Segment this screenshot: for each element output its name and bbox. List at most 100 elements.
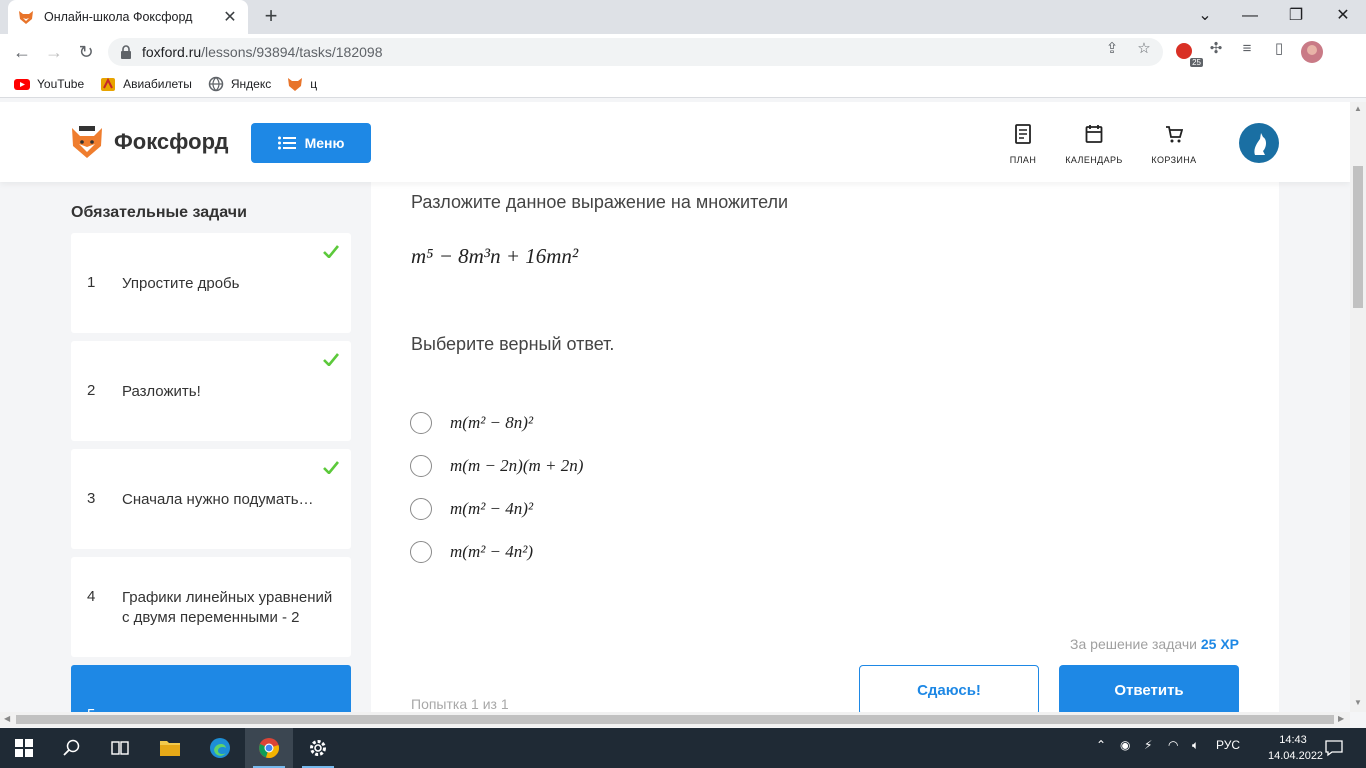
globe-icon	[208, 76, 224, 91]
attempt-counter: Попытка 1 из 1	[411, 696, 509, 712]
bookmark-label: ц	[310, 76, 318, 91]
bookmark-label: Авиабилеты	[123, 76, 192, 91]
give-up-button[interactable]: Сдаюсь!	[859, 665, 1039, 712]
start-button[interactable]	[0, 728, 48, 768]
logo-text: Фоксфорд	[114, 129, 229, 154]
taskbar-edge[interactable]	[196, 728, 244, 768]
scroll-down-arrow-icon[interactable]: ▼	[1354, 698, 1362, 707]
bookmark-label: YouTube	[37, 76, 85, 91]
site-header: Фоксфорд Меню ПЛАН КАЛЕНДАРЬ КОРЗИНА	[0, 102, 1350, 182]
minimize-icon[interactable]: —	[1238, 4, 1262, 28]
task-view-icon	[111, 741, 129, 755]
sidebar-task-1[interactable]: 1 Упростите дробь	[71, 233, 351, 333]
fox-favicon-icon	[19, 11, 33, 24]
check-icon	[323, 353, 339, 366]
taskbar-settings[interactable]	[294, 728, 342, 768]
nav-calendar-label: КАЛЕНДАРЬ	[1065, 155, 1123, 165]
edge-icon	[210, 738, 230, 758]
nav-calendar[interactable]: КАЛЕНДАРЬ	[1059, 124, 1129, 168]
logo[interactable]: Фоксфорд	[70, 124, 228, 160]
taskbar-chrome[interactable]	[245, 728, 293, 768]
scroll-left-arrow-icon[interactable]: ◀	[4, 714, 10, 723]
menu-button[interactable]: Меню	[251, 123, 371, 163]
sidebar-task-5[interactable]: 5	[71, 665, 351, 712]
maximize-icon[interactable]: ❐	[1284, 4, 1308, 28]
sidebar-task-2[interactable]: 2 Разложить!	[71, 341, 351, 441]
radio-button[interactable]	[410, 541, 432, 563]
task-view-button[interactable]	[96, 728, 144, 768]
sidebar-task-3[interactable]: 3 Сначала нужно подумать…	[71, 449, 351, 549]
browser-toolbar: ← → ↻ foxford.ru/lessons/93894/tasks/182…	[0, 34, 1366, 70]
question-title: Разложите данное выражение на множители	[411, 192, 789, 212]
bookmark-fox[interactable]: ц	[287, 76, 317, 92]
new-tab-icon[interactable]: +	[260, 5, 282, 27]
bookmark-label: Яндекс	[230, 76, 272, 91]
taskbar-clock[interactable]: 14:43 14.04.2022	[1268, 732, 1323, 764]
bookmark-tickets[interactable]: Авиабилеты	[100, 76, 192, 92]
notifications-icon[interactable]	[1325, 739, 1343, 757]
expression: m⁵ − 8m³n + 16mn²	[411, 244, 579, 268]
nav-cart[interactable]: КОРЗИНА	[1139, 124, 1209, 168]
tray-power-icon[interactable]: ⚡	[1144, 738, 1152, 752]
tray-webcam-icon[interactable]: ◉	[1120, 738, 1130, 752]
answer-button[interactable]: Ответить	[1059, 665, 1239, 712]
answer-option-1[interactable]: m(m² − 8n)²	[410, 412, 533, 434]
sidebar-task-4[interactable]: 4 Графики линейных уравнений с двумя пер…	[71, 557, 351, 657]
clock-time: 14:43	[1279, 734, 1307, 746]
tickets-icon	[101, 77, 116, 91]
bookmark-youtube[interactable]: YouTube	[14, 76, 84, 92]
tray-chevron-icon[interactable]: ⌃	[1096, 738, 1106, 752]
profile-avatar[interactable]	[1301, 41, 1323, 63]
bookmark-star-icon[interactable]: ☆	[1135, 40, 1153, 58]
language-indicator[interactable]: РУС	[1216, 738, 1240, 752]
vertical-scroll-thumb[interactable]	[1353, 166, 1363, 308]
answer-option-3[interactable]: m(m² − 4n)²	[410, 498, 533, 520]
reward-prefix: За решение задачи	[1070, 636, 1197, 652]
browser-tab[interactable]: Онлайн-школа Фоксфорд ✕	[8, 0, 248, 34]
search-button[interactable]	[48, 728, 96, 768]
forward-icon[interactable]: →	[42, 40, 66, 64]
nav-plan[interactable]: ПЛАН	[988, 124, 1058, 168]
user-avatar[interactable]	[1239, 123, 1279, 163]
tab-close-icon[interactable]: ✕	[222, 7, 238, 27]
answer-option-4[interactable]: m(m² − 4n²)	[410, 541, 533, 563]
share-icon[interactable]: ⇪	[1103, 40, 1121, 58]
taskbar-explorer[interactable]	[146, 728, 194, 768]
option-text: m(m² − 4n)²	[450, 499, 534, 518]
tab-search-chevron-icon[interactable]: ⌄	[1193, 4, 1217, 28]
window-close-icon[interactable]: ✕	[1331, 4, 1355, 28]
menu-label: Меню	[304, 135, 345, 151]
task-label: Разложить!	[122, 383, 201, 400]
bookmark-yandex[interactable]: Яндекс	[208, 76, 271, 92]
horizontal-scrollbar[interactable]: ◀ ▶	[0, 712, 1350, 727]
lock-icon	[121, 45, 131, 59]
vertical-scrollbar[interactable]: ▲ ▼	[1350, 102, 1366, 712]
scroll-right-arrow-icon[interactable]: ▶	[1338, 714, 1344, 723]
radio-button[interactable]	[410, 412, 432, 434]
scroll-up-arrow-icon[interactable]: ▲	[1354, 104, 1362, 113]
radio-button[interactable]	[410, 455, 432, 477]
back-icon[interactable]: ←	[10, 40, 34, 64]
address-bar[interactable]: foxford.ru/lessons/93894/tasks/182098	[108, 38, 1163, 66]
radio-button[interactable]	[410, 498, 432, 520]
nav-cart-label: КОРЗИНА	[1151, 155, 1197, 165]
extension-adblock-icon[interactable]: 25	[1175, 42, 1203, 67]
task-number: 3	[87, 490, 96, 507]
reward-info: За решение задачи 25 XP	[1070, 636, 1239, 652]
option-text: m(m² − 4n²)	[450, 542, 534, 561]
extensions-puzzle-icon[interactable]: ✣	[1207, 40, 1225, 58]
tray-volume-icon[interactable]: 🔈︎	[1192, 738, 1199, 753]
search-icon	[63, 739, 80, 756]
tray-network-icon[interactable]: ◠	[1168, 738, 1178, 752]
page-viewport: Фоксфорд Меню ПЛАН КАЛЕНДАРЬ КОРЗИНА Обя…	[0, 102, 1350, 712]
extension-badge: 25	[1190, 58, 1203, 67]
answer-option-2[interactable]: m(m − 2n)(m + 2n)	[410, 455, 583, 477]
folder-icon	[160, 741, 180, 756]
media-control-icon[interactable]: ≡	[1238, 40, 1256, 58]
cart-icon	[1166, 126, 1183, 143]
horizontal-scroll-thumb[interactable]	[16, 715, 1334, 724]
windows-logo-icon	[15, 739, 33, 757]
plan-icon	[1015, 124, 1031, 144]
reload-icon[interactable]: ↻	[74, 40, 98, 64]
side-panel-icon[interactable]: ▯	[1270, 40, 1288, 58]
